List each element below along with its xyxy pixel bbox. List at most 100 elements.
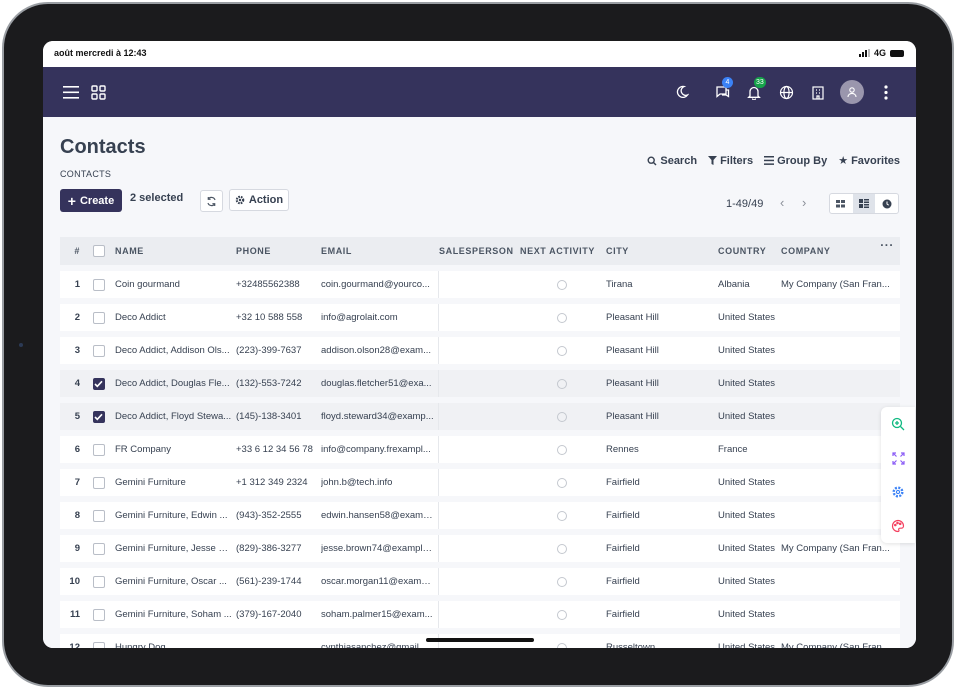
cell-name[interactable]: Gemini Furniture, Soham ... [115, 609, 236, 620]
chevron-left-icon[interactable]: ‹ [780, 195, 784, 210]
cell-email[interactable]: floyd.steward34@examp... [321, 403, 439, 430]
cell-email[interactable]: info@agrolait.com [321, 304, 439, 331]
col-header-city[interactable]: CITY [603, 246, 718, 256]
cell-country[interactable]: Albania [718, 279, 781, 290]
cell-next-activity[interactable] [520, 345, 603, 356]
cell-next-activity[interactable] [520, 642, 603, 648]
cell-company[interactable]: My Company (San Fran... [781, 543, 895, 554]
pager-value[interactable]: 1-49/49 [726, 198, 763, 210]
activity-clock-icon[interactable] [556, 411, 567, 422]
cell-company[interactable]: My Company (San Fran... [781, 279, 895, 290]
cell-next-activity[interactable] [520, 444, 603, 455]
row-checkbox[interactable] [92, 608, 105, 621]
cell-name[interactable]: Deco Addict, Douglas Fle... [115, 378, 236, 389]
cell-name[interactable]: Hungry Dog [115, 642, 236, 648]
activity-clock-icon[interactable] [556, 609, 567, 620]
cell-city[interactable]: Fairfield [603, 609, 718, 620]
row-checkbox[interactable] [92, 542, 105, 555]
hamburger-icon[interactable] [61, 82, 81, 102]
cell-email[interactable]: douglas.fletcher51@exa... [321, 370, 439, 397]
favorites-button[interactable]: ★ Favorites [838, 154, 900, 168]
globe-icon[interactable] [776, 82, 796, 102]
table-row[interactable]: 5 Deco Addict, Floyd Stewa... (145)-138-34… [60, 403, 900, 430]
list-view-button[interactable] [830, 194, 853, 213]
search-button[interactable]: Search [647, 154, 697, 167]
cell-country[interactable]: United States [718, 543, 781, 554]
cell-email[interactable]: jesse.brown74@example... [321, 535, 439, 562]
cell-city[interactable]: Pleasant Hill [603, 345, 718, 356]
row-checkbox[interactable] [92, 575, 105, 588]
cell-city[interactable]: Fairfield [603, 543, 718, 554]
row-checkbox[interactable] [92, 641, 105, 648]
row-checkbox-checked[interactable] [92, 410, 105, 423]
cell-country[interactable]: United States [718, 510, 781, 521]
col-header-name[interactable]: NAME [115, 246, 236, 256]
grid-icon[interactable] [88, 82, 108, 102]
cell-name[interactable]: Deco Addict, Addison Ols... [115, 345, 236, 356]
table-row[interactable]: 1 Coin gourmand +32485562388 coin.gourmand@… [60, 271, 900, 298]
cell-city[interactable]: Fairfield [603, 510, 718, 521]
cell-email[interactable]: john.b@tech.info [321, 469, 439, 496]
table-row[interactable]: 3 Deco Addict, Addison Ols... (223)-399-76… [60, 337, 900, 364]
cell-email[interactable]: addison.olson28@exam... [321, 337, 439, 364]
cell-next-activity[interactable] [520, 543, 603, 554]
selected-count[interactable]: 2 selected [130, 192, 183, 204]
cell-phone[interactable]: (145)-138-3401 [236, 411, 321, 422]
cell-next-activity[interactable] [520, 312, 603, 323]
cell-next-activity[interactable] [520, 609, 603, 620]
activity-clock-icon[interactable] [556, 345, 567, 356]
cell-name[interactable]: Gemini Furniture, Oscar ... [115, 576, 236, 587]
chevron-right-icon[interactable]: › [802, 195, 806, 210]
activity-clock-icon[interactable] [556, 279, 567, 290]
cell-name[interactable]: FR Company [115, 444, 236, 455]
create-button[interactable]: + Create [60, 189, 122, 212]
table-row[interactable]: 8 Gemini Furniture, Edwin ... (943)-352-25… [60, 502, 900, 529]
cell-country[interactable]: United States [718, 477, 781, 488]
activity-clock-icon[interactable] [556, 543, 567, 554]
cell-city[interactable]: Tirana [603, 279, 718, 290]
row-checkbox[interactable] [92, 476, 105, 489]
cell-phone[interactable]: (561)-239-1744 [236, 576, 321, 587]
kebab-icon[interactable] [876, 82, 896, 102]
cell-email[interactable]: oscar.morgan11@examp... [321, 568, 439, 595]
cell-next-activity[interactable] [520, 576, 603, 587]
cell-company[interactable]: My Company (San Fran... [781, 642, 895, 648]
cell-next-activity[interactable] [520, 510, 603, 521]
moon-icon[interactable] [672, 82, 692, 102]
cell-country[interactable]: United States [718, 576, 781, 587]
cell-country[interactable]: United States [718, 411, 781, 422]
table-row[interactable]: 7 Gemini Furniture +1 312 349 2324 john.b@t… [60, 469, 900, 496]
activity-view-button[interactable] [875, 194, 898, 213]
building-icon[interactable] [808, 82, 828, 102]
group-by-button[interactable]: Group By [764, 154, 827, 167]
table-row[interactable]: 10 Gemini Furniture, Oscar ... (561)-239-1… [60, 568, 900, 595]
home-indicator[interactable] [426, 638, 534, 642]
cell-email[interactable]: edwin.hansen58@examp... [321, 502, 439, 529]
table-row[interactable]: 2 Deco Addict +32 10 588 558 info@agrolait.… [60, 304, 900, 331]
activity-clock-icon[interactable] [556, 444, 567, 455]
table-row[interactable]: 4 Deco Addict, Douglas Fle... (132)-553-72… [60, 370, 900, 397]
palette-icon[interactable] [881, 509, 915, 543]
cell-phone[interactable]: (223)-399-7637 [236, 345, 321, 356]
cell-city[interactable]: Pleasant Hill [603, 378, 718, 389]
col-header-phone[interactable]: PHONE [236, 246, 321, 256]
table-row[interactable]: 6 FR Company +33 6 12 34 56 78 info@company… [60, 436, 900, 463]
breadcrumb[interactable]: CONTACTS [60, 169, 111, 179]
cell-email[interactable]: cynthiasanchez@gmail.c... [321, 634, 439, 648]
cell-name[interactable]: Gemini Furniture [115, 477, 236, 488]
cell-name[interactable]: Gemini Furniture, Jesse B... [115, 543, 236, 554]
table-row[interactable]: 11 Gemini Furniture, Soham ... (379)-167-2… [60, 601, 900, 628]
cell-city[interactable]: Pleasant Hill [603, 312, 718, 323]
cell-name[interactable]: Gemini Furniture, Edwin ... [115, 510, 236, 521]
cell-country[interactable]: United States [718, 609, 781, 620]
row-checkbox[interactable] [92, 344, 105, 357]
col-header-next-activity[interactable]: NEXT ACTIVITY [520, 246, 603, 256]
cell-phone[interactable]: (829)-386-3277 [236, 543, 321, 554]
zoom-in-icon[interactable] [881, 407, 915, 441]
cell-city[interactable]: Fairfield [603, 576, 718, 587]
kanban-view-button[interactable] [852, 194, 876, 213]
cell-next-activity[interactable] [520, 378, 603, 389]
row-checkbox[interactable] [92, 278, 105, 291]
cell-next-activity[interactable] [520, 411, 603, 422]
cell-email[interactable]: soham.palmer15@exam... [321, 601, 439, 628]
